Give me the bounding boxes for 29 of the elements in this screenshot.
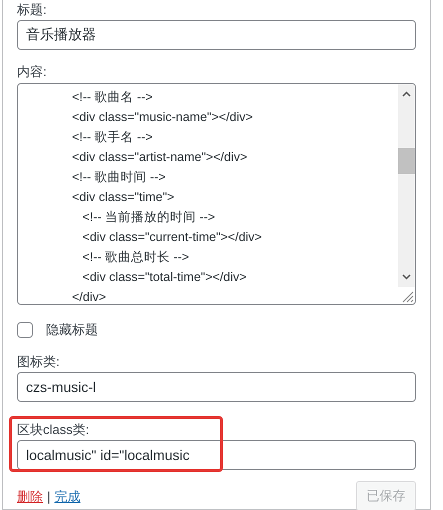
code-line: </div> (72, 289, 108, 304)
code-line: <div class="artist-name"></div> (72, 149, 248, 166)
field-label: 内容: (17, 63, 48, 81)
field-label: 区块class类: (17, 420, 90, 438)
scrollbar-thumb[interactable] (398, 148, 415, 174)
text-field[interactable]: czs-music-l (17, 372, 416, 402)
code-line: <div class="total-time"></div> (81, 269, 248, 286)
link-separator: | (47, 488, 50, 506)
code-line: <div class="time"> (72, 189, 176, 206)
code-line: <!-- 歌曲总时长 --> (81, 249, 190, 266)
resize-grip-icon[interactable] (400, 289, 414, 303)
field-label: 标题: (17, 1, 48, 19)
code-line: <!-- 歌曲名 --> (72, 89, 154, 106)
field-label: 图标类: (17, 352, 61, 370)
code-line: <div class="current-time"></div> (81, 229, 263, 246)
scrollbar[interactable] (398, 84, 415, 287)
code-textarea[interactable] (17, 83, 416, 305)
done-link[interactable]: 完成 (54, 486, 80, 506)
checkbox[interactable] (17, 322, 33, 338)
text-field[interactable]: localmusic" id="localmusic (17, 440, 416, 470)
code-line: <div class="music-name"></div> (72, 109, 254, 126)
code-line: <!-- 歌手名 --> (72, 129, 154, 146)
checkbox-label: 隐藏标题 (46, 321, 98, 339)
code-line: <!-- 当前播放的时间 --> (81, 209, 216, 226)
delete-link[interactable]: 删除 (17, 486, 43, 506)
text-field[interactable]: 音乐播放器 (17, 20, 416, 50)
code-line: <!-- 歌曲时间 --> (72, 169, 167, 186)
scroll-down-icon[interactable] (402, 274, 411, 280)
scroll-up-icon[interactable] (402, 91, 411, 97)
